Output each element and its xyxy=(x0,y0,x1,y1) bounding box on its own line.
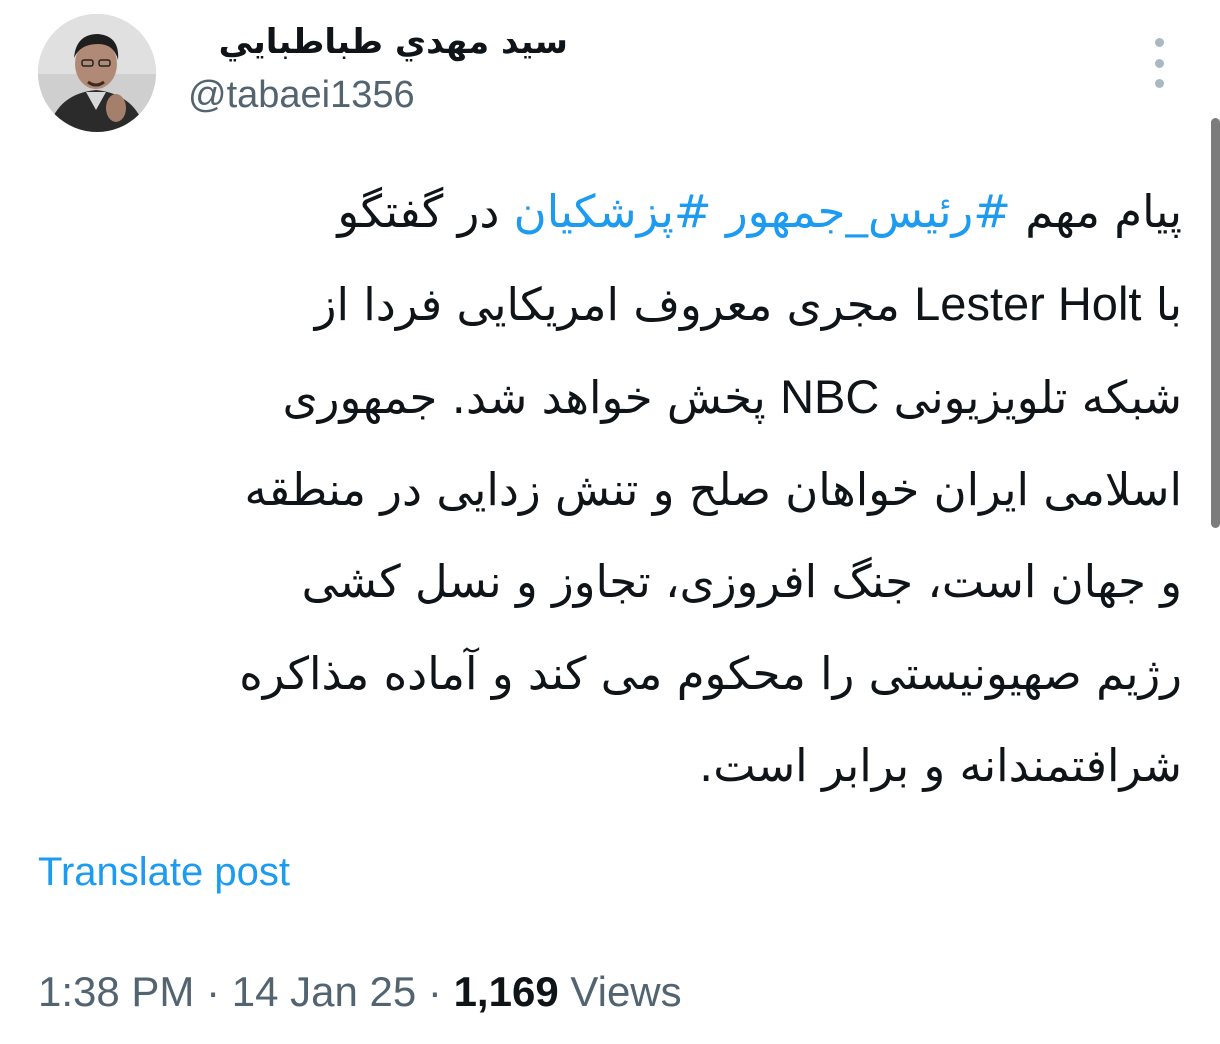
post-text-segment: در گفتگو xyxy=(337,185,514,238)
post-meta: 1:38 PM · 14 Jan 25 · 1,169 Views xyxy=(38,968,682,1016)
post-text-segment: با xyxy=(1141,278,1182,331)
views-label: Views xyxy=(558,968,682,1015)
post-body: پیام مهم #رئیس_جمهور #پزشکیان در گفتگو با… xyxy=(32,166,1182,812)
views-count: 1,169 xyxy=(453,968,559,1015)
hashtag-link[interactable]: #رئیس_جمهور xyxy=(726,185,1011,238)
post-text-segment: و جهان است، جنگ افروزی، تجاوز و نسل کشی xyxy=(301,555,1182,608)
avatar-photo xyxy=(38,14,156,132)
post-text-segment: پخش خواهد شد. جمهوری xyxy=(282,371,781,424)
post-text-segment: Lester Holt xyxy=(914,277,1142,330)
more-vertical-icon xyxy=(1154,38,1164,47)
post-text-line: اسلامی ایران خواهان صلح و تنش زدایی در م… xyxy=(32,444,1183,536)
author-display-name[interactable]: سيد مهدي طباطبايي xyxy=(219,22,568,62)
post-text-segment: مجری معروف امریکایی فردا از xyxy=(314,278,915,331)
tweet: سيد مهدي طباطبايي @tabaei1356 پیام مهم #… xyxy=(0,0,1220,1044)
translate-post-link[interactable]: Translate post xyxy=(38,850,290,895)
more-options-button[interactable] xyxy=(1144,38,1174,88)
scrollbar[interactable] xyxy=(1211,118,1220,528)
post-text-segment: NBC xyxy=(780,370,880,423)
post-text-segment: شرافتمندانه و برابر است. xyxy=(698,739,1182,792)
hashtag-link[interactable]: #پزشکیان xyxy=(514,185,712,238)
more-vertical-icon xyxy=(1154,79,1164,88)
post-text-segment: شبکه تلویزیونی xyxy=(879,371,1182,424)
meta-separator: · xyxy=(416,968,454,1015)
post-text-line: شرافتمندانه و برابر است. xyxy=(32,720,1182,812)
meta-separator: · xyxy=(194,968,232,1015)
author-handle[interactable]: @tabaei1356 xyxy=(188,74,415,117)
avatar[interactable] xyxy=(38,14,156,132)
post-text-line: رژیم صهیونیستی را محکوم می کند و آماده م… xyxy=(32,628,1182,720)
post-text-line: پیام مهم #رئیس_جمهور #پزشکیان در گفتگو xyxy=(32,166,1182,258)
post-text-line: و جهان است، جنگ افروزی، تجاوز و نسل کشی xyxy=(32,536,1182,628)
post-text-segment: اسلامی ایران خواهان صلح و تنش زدایی در م… xyxy=(244,463,1183,516)
more-vertical-icon xyxy=(1154,58,1164,68)
post-text-line: با Lester Holt مجری معروف امریکایی فردا … xyxy=(32,258,1182,351)
post-text-segment: رژیم صهیونیستی را محکوم می کند و آماده م… xyxy=(239,647,1182,700)
post-text-segment: پیام مهم xyxy=(1010,185,1182,238)
post-date[interactable]: 14 Jan 25 xyxy=(232,968,417,1015)
post-text-line: شبکه تلویزیونی NBC پخش خواهد شد. جمهوری xyxy=(32,351,1182,444)
post-time[interactable]: 1:38 PM xyxy=(38,968,194,1015)
post-text-segment xyxy=(712,185,726,238)
